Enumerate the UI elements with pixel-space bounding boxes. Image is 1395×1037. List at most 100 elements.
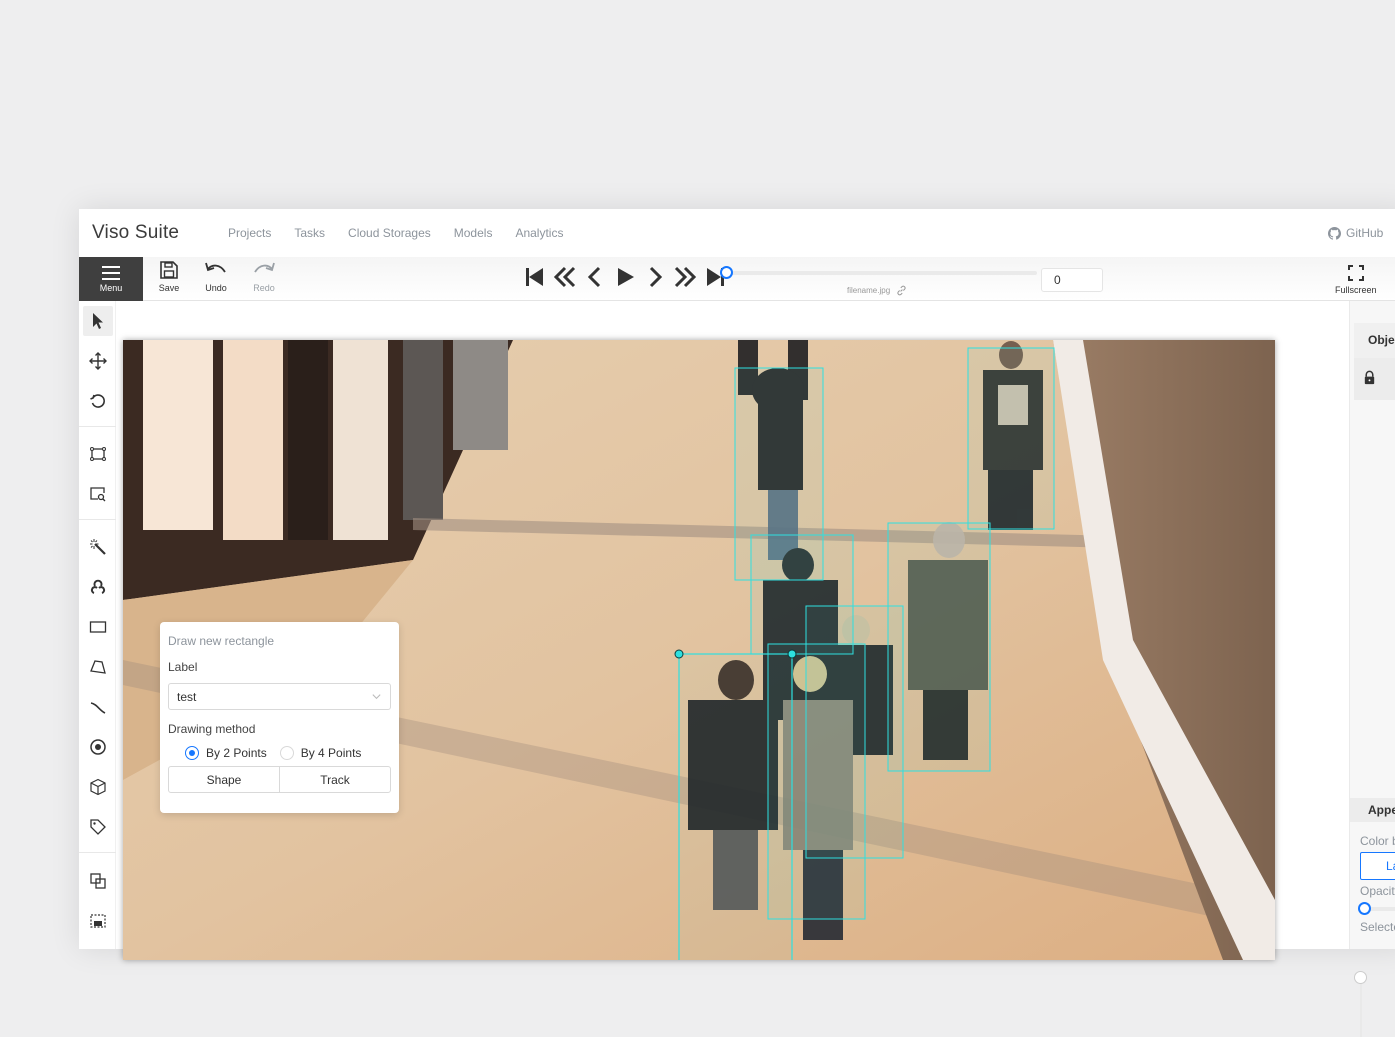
fullscreen-button[interactable]: Fullscreen [1335,265,1377,295]
color-by-label-button[interactable]: Label [1360,852,1395,880]
radio-button-unchecked[interactable] [279,746,294,760]
player-controls [523,265,727,289]
label-select-value: test [177,690,197,704]
cuboid-tool[interactable] [83,772,113,802]
tab-objects[interactable]: Objects [1354,323,1395,358]
nav-analytics[interactable]: Analytics [515,226,563,240]
bounding-box[interactable] [967,347,1055,530]
save-button[interactable]: Save [149,261,189,293]
rectangle-icon [89,621,107,633]
toolbar: Menu Save Undo Redo filename.jpg 0 Fulls… [79,257,1395,301]
opacity-slider-handle[interactable] [1358,902,1371,915]
radio-label: By 4 Points [300,746,362,760]
github-icon [1328,226,1341,240]
track-button[interactable]: Track [279,767,390,792]
cursor-icon [93,313,103,329]
main-nav: Projects Tasks Cloud Storages Models Ana… [228,226,586,240]
points-tool[interactable] [83,732,113,762]
frame-slider[interactable] [720,266,1037,279]
vertical-slider-handle[interactable] [1354,971,1367,984]
menu-button[interactable]: Menu [79,257,143,301]
openvino-tool[interactable] [83,572,113,602]
menu-label: Menu [99,282,123,293]
move-tool[interactable] [83,346,113,376]
link-icon[interactable] [896,285,907,296]
polygon-tool[interactable] [83,652,113,682]
merge-tool[interactable] [83,866,113,896]
tools-sidebar [79,301,116,949]
top-header: Viso Suite Projects Tasks Cloud Storages… [79,209,1395,257]
undo-button[interactable]: Undo [196,261,236,293]
color-by-label: Color by [1360,834,1395,848]
popover-title: Draw new rectangle [168,634,275,648]
objects-header-row [1354,358,1395,400]
lock-icon[interactable] [1362,370,1377,385]
zoom-region-tool[interactable] [83,479,113,509]
polyline-tool[interactable] [83,692,113,722]
undo-label: Undo [205,283,227,293]
cuboid-icon [90,778,106,796]
next-frame-icon[interactable] [643,265,667,289]
previous-frame-icon[interactable] [583,265,607,289]
forward-step-icon[interactable] [673,265,697,289]
rotate-icon [90,394,105,408]
nav-cloud-storages[interactable]: Cloud Storages [348,226,431,240]
appearance-collapse[interactable]: Appearance [1350,798,1395,822]
vertical-zoom-slider[interactable] [1354,971,1367,1037]
annotation-app: Viso Suite Projects Tasks Cloud Storages… [79,209,1395,1037]
radio-by-4-points[interactable]: By 4 Points [279,746,362,760]
github-label: GitHub [1346,226,1384,240]
drawing-method-radio-group: By 2 Points By 4 Points [168,746,391,760]
zoom-region-icon [90,487,106,502]
brand-logo[interactable]: Viso Suite [92,222,179,244]
fullscreen-icon [1347,265,1364,281]
points-icon [90,739,106,755]
magic-wand-icon [90,539,106,555]
group-icon [90,914,106,928]
tag-tool[interactable] [83,812,113,842]
rectangle-tool[interactable] [83,612,113,642]
drawing-method-caption: Drawing method [168,722,256,736]
filename-display: filename.jpg [847,285,907,296]
fit-image-tool[interactable] [83,439,113,469]
frame-slider-handle[interactable] [720,266,733,279]
radio-button-checked[interactable] [185,746,199,760]
draw-rectangle-popover: Draw new rectangle Label test Drawing me… [160,622,399,813]
divider [79,852,116,853]
divider [79,519,116,520]
save-icon [160,261,178,279]
nav-models[interactable]: Models [454,226,493,240]
objects-sidebar: Objects Appearance Color by Label Opacit… [1349,301,1395,949]
canvas-area: Draw new rectangle Label test Drawing me… [116,301,1367,1037]
label-select[interactable]: test [168,683,391,710]
hamburger-icon [102,265,120,280]
frame-number-input[interactable]: 0 [1041,268,1103,292]
draw-mode-buttons: Shape Track [168,766,391,793]
redo-button[interactable]: Redo [244,261,284,293]
drawing-point-handle[interactable] [674,649,684,659]
github-link[interactable]: GitHub [1328,226,1383,240]
merge-icon [90,873,106,889]
magic-wand-tool[interactable] [83,532,113,562]
group-tool[interactable] [83,906,113,936]
fullscreen-label: Fullscreen [1335,285,1377,295]
drawing-point-handle[interactable] [787,649,797,659]
nav-projects[interactable]: Projects [228,226,271,240]
nav-tasks[interactable]: Tasks [294,226,325,240]
tag-icon [90,819,106,835]
openvino-tools-icon [90,579,106,594]
rotate-tool[interactable] [83,386,113,416]
divider [79,426,116,427]
play-icon[interactable] [613,265,637,289]
cursor-tool[interactable] [83,306,113,336]
redo-icon [254,262,275,273]
redo-label: Redo [253,283,275,293]
radio-by-2-points[interactable]: By 2 Points [185,746,267,760]
polygon-icon [90,660,106,674]
shape-button[interactable]: Shape [169,767,279,792]
drawing-rectangle[interactable] [678,653,793,960]
first-frame-icon[interactable] [523,265,547,289]
opacity-slider[interactable] [1358,902,1395,915]
back-step-icon[interactable] [553,265,577,289]
radio-label: By 2 Points [206,746,267,760]
